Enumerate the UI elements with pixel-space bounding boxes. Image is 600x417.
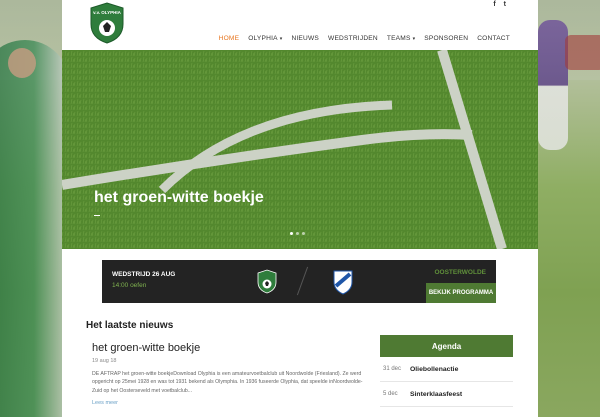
nav-label: CONTACT bbox=[477, 35, 510, 42]
main-navigation: HOME OLYPHIA ▾ NIEUWS WEDSTRIJDEN TEAMS ▾ … bbox=[219, 35, 510, 42]
agenda-item-label: Sinterklaasfeest bbox=[410, 390, 463, 398]
hero-title[interactable]: het groen-witte boekje bbox=[94, 189, 264, 207]
twitter-icon[interactable]: t bbox=[504, 1, 506, 8]
facebook-icon[interactable]: f bbox=[493, 1, 495, 8]
background-player-head bbox=[8, 48, 36, 78]
nav-olyphia[interactable]: OLYPHIA ▾ bbox=[248, 35, 282, 42]
slider-dots bbox=[290, 232, 305, 235]
social-links: f t bbox=[493, 1, 506, 8]
agenda-item-date: 5 dec bbox=[383, 391, 398, 397]
view-program-button[interactable]: BEKIJK PROGRAMMA bbox=[426, 283, 496, 303]
hero-field-image bbox=[62, 50, 538, 249]
agenda-item[interactable]: 31 dec Oliebollenactie bbox=[380, 357, 513, 382]
agenda-widget: Agenda 31 dec Oliebollenactie 5 dec Sint… bbox=[380, 335, 513, 407]
away-team-logo bbox=[333, 270, 353, 295]
agenda-item[interactable]: 5 dec Sinterklaasfeest bbox=[380, 382, 513, 407]
home-team-logo bbox=[257, 269, 277, 294]
match-venue: OOSTERWOLDE bbox=[434, 269, 486, 276]
nav-label: WEDSTRIJDEN bbox=[328, 35, 378, 42]
logo-text: v.v. OLYPHIA bbox=[93, 10, 121, 15]
site-header: v.v. OLYPHIA f t HOME OLYPHIA ▾ NIEUWS WE… bbox=[62, 0, 538, 50]
match-date: WEDSTRIJD 26 AUG bbox=[112, 271, 176, 278]
news-section-heading: Het laatste nieuws bbox=[86, 320, 174, 331]
chevron-down-icon: ▾ bbox=[412, 36, 416, 42]
hero-slider[interactable]: het groen-witte boekje bbox=[62, 50, 538, 249]
agenda-heading: Agenda bbox=[380, 335, 513, 357]
agenda-item-date: 31 dec bbox=[383, 366, 402, 372]
background-player-left bbox=[0, 40, 70, 417]
page-container: v.v. OLYPHIA f t HOME OLYPHIA ▾ NIEUWS WE… bbox=[62, 0, 538, 417]
nav-home[interactable]: HOME bbox=[219, 35, 240, 42]
match-time: 14:00 oefen bbox=[112, 282, 147, 289]
club-logo[interactable]: v.v. OLYPHIA bbox=[88, 2, 126, 44]
nav-nieuws[interactable]: NIEUWS bbox=[291, 35, 319, 42]
chevron-down-icon: ▾ bbox=[279, 36, 283, 42]
nav-contact[interactable]: CONTACT bbox=[477, 35, 510, 42]
nav-label: NIEUWS bbox=[291, 35, 320, 42]
nav-label: TEAMS bbox=[386, 35, 411, 42]
background-car bbox=[565, 35, 600, 70]
slider-dot[interactable] bbox=[302, 232, 305, 235]
agenda-item-label: Oliebollenactie bbox=[410, 365, 459, 373]
next-match-bar: WEDSTRIJD 26 AUG 14:00 oefen OOSTERWOLDE… bbox=[102, 260, 496, 303]
slider-dot[interactable] bbox=[290, 232, 293, 235]
nav-teams[interactable]: TEAMS ▾ bbox=[387, 35, 415, 42]
nav-sponsoren[interactable]: SPONSOREN bbox=[424, 35, 468, 42]
news-article-title[interactable]: het groen-witte boekje bbox=[92, 342, 200, 354]
nav-label: SPONSOREN bbox=[424, 35, 469, 42]
background-player-right bbox=[538, 20, 568, 150]
read-more-link[interactable]: Lees meer bbox=[92, 400, 118, 406]
news-article-excerpt: DE AFTRAP het groen-witte boekjeDownload… bbox=[92, 371, 363, 394]
nav-label: OLYPHIA bbox=[248, 35, 278, 42]
hero-divider bbox=[94, 215, 100, 216]
slider-dot[interactable] bbox=[296, 232, 299, 235]
match-divider bbox=[296, 266, 309, 296]
news-article-date: 19 aug 18 bbox=[92, 358, 117, 364]
nav-label: HOME bbox=[218, 35, 240, 42]
nav-wedstrijden[interactable]: WEDSTRIJDEN bbox=[328, 35, 378, 42]
